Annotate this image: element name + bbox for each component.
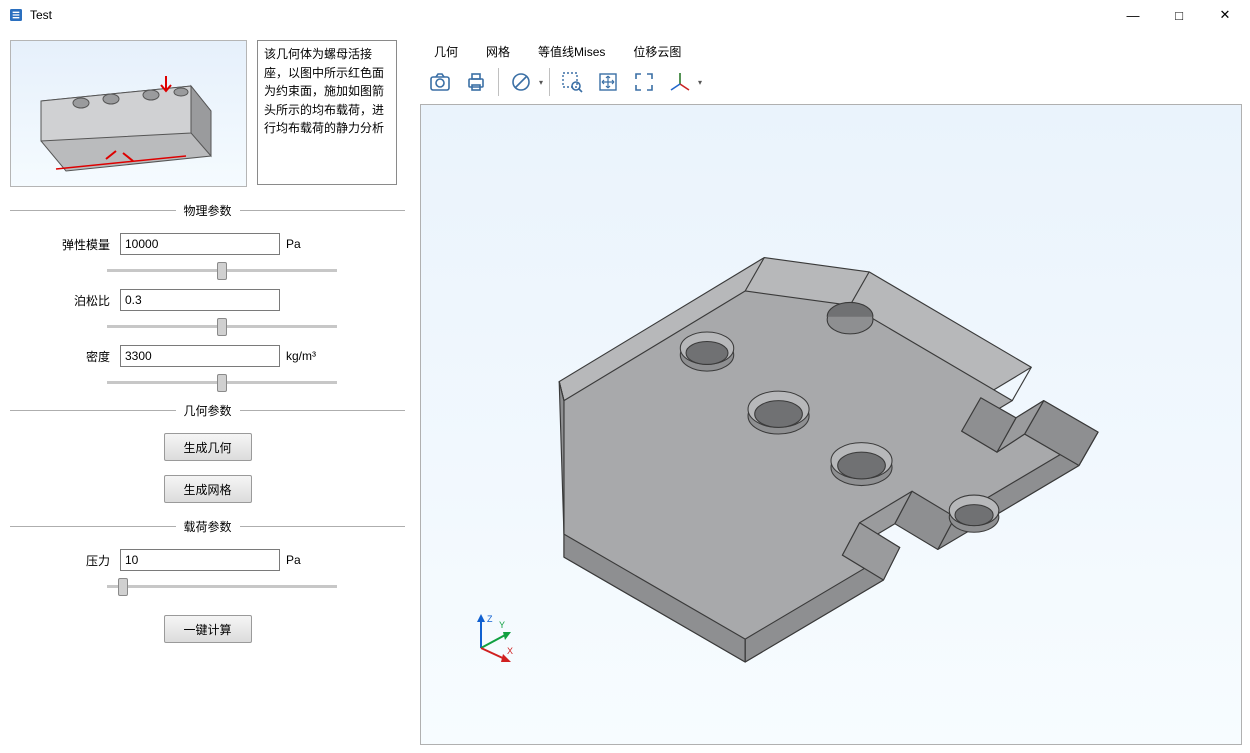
youngs-unit: Pa	[286, 237, 301, 251]
content: 该几何体为螺母活接座，以图中所示红色面为约束面，施加如图箭头所示的均布载荷，进行…	[0, 30, 1250, 753]
physics-group-label: 物理参数	[176, 202, 240, 219]
tab-mises[interactable]: 等值线Mises	[534, 41, 609, 62]
poisson-slider[interactable]	[107, 325, 337, 328]
poisson-label: 泊松比	[40, 292, 120, 309]
pressure-label: 压力	[40, 552, 120, 569]
youngs-input[interactable]	[120, 233, 280, 255]
snapshot-button[interactable]	[424, 66, 456, 98]
description-box: 该几何体为螺母活接座，以图中所示红色面为约束面，施加如图箭头所示的均布载荷，进行…	[257, 40, 397, 185]
density-input[interactable]	[120, 345, 280, 367]
disable-button[interactable]	[505, 66, 537, 98]
density-unit: kg/m³	[286, 349, 316, 363]
viewport-3d[interactable]: Z Y X	[420, 104, 1242, 745]
pressure-unit: Pa	[286, 553, 301, 567]
pressure-input[interactable]	[120, 549, 280, 571]
youngs-slider[interactable]	[107, 269, 337, 272]
geometry-thumbnail	[10, 40, 247, 187]
tabs: 几何 网格 等值线Mises 位移云图	[420, 40, 1242, 62]
right-panel: 几何 网格 等值线Mises 位移云图 ▾ ▾	[420, 40, 1242, 745]
poisson-input[interactable]	[120, 289, 280, 311]
tab-displacement[interactable]: 位移云图	[629, 41, 685, 62]
youngs-label: 弹性模量	[40, 236, 120, 253]
generate-mesh-button[interactable]: 生成网格	[164, 475, 252, 503]
zoom-extents-button[interactable]	[628, 66, 660, 98]
titlebar: Test — □ ✕	[0, 0, 1250, 30]
physics-group: 物理参数 弹性模量 Pa 泊松比 密度 kg/m³	[10, 201, 405, 387]
compute-button[interactable]: 一键计算	[164, 615, 252, 643]
print-button[interactable]	[460, 66, 492, 98]
minimize-button[interactable]: —	[1110, 0, 1156, 30]
window-title: Test	[30, 8, 52, 22]
left-panel: 该几何体为螺母活接座，以图中所示红色面为约束面，施加如图箭头所示的均布载荷，进行…	[10, 40, 405, 643]
geometry-group: 几何参数 生成几何 生成网格	[10, 401, 405, 503]
load-group: 载荷参数 压力 Pa 一键计算	[10, 517, 405, 643]
density-label: 密度	[40, 348, 120, 365]
view-toolbar: ▾ ▾	[420, 62, 1242, 102]
pressure-slider[interactable]	[107, 585, 337, 588]
maximize-button[interactable]: □	[1156, 0, 1202, 30]
close-button[interactable]: ✕	[1202, 0, 1248, 30]
zoom-area-button[interactable]	[556, 66, 588, 98]
density-slider[interactable]	[107, 381, 337, 384]
geometry-group-label: 几何参数	[176, 402, 240, 419]
dropdown-arrow-icon[interactable]: ▾	[539, 78, 543, 87]
tab-geometry[interactable]: 几何	[430, 41, 462, 62]
tab-mesh[interactable]: 网格	[482, 41, 514, 62]
generate-geometry-button[interactable]: 生成几何	[164, 433, 252, 461]
axis-orientation-button[interactable]	[664, 66, 696, 98]
load-group-label: 载荷参数	[176, 518, 240, 535]
app-icon	[8, 7, 24, 23]
dropdown-arrow-icon[interactable]: ▾	[698, 78, 702, 87]
pan-button[interactable]	[592, 66, 624, 98]
